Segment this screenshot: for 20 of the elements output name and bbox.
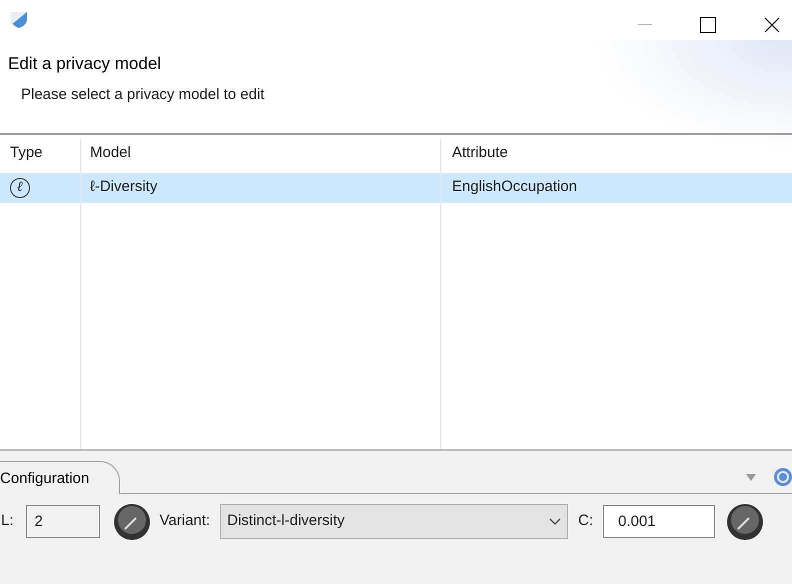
chevron-down-icon (549, 518, 562, 525)
l-field[interactable]: 2 (26, 505, 100, 538)
table-row[interactable]: ℓ ℓ-Diversity EnglishOccupation (0, 172, 792, 202)
shield-logo-icon (10, 11, 28, 29)
c-label: C: (578, 511, 594, 532)
configuration-tab[interactable]: Configuration (0, 460, 120, 494)
type-symbol: ℓ (10, 178, 30, 198)
table-cell: ℓ-Diversity (90, 178, 158, 196)
variant-dropdown[interactable]: Distinct-l-diversity (220, 504, 568, 539)
column-header[interactable]: Attribute (452, 144, 508, 162)
column-header[interactable]: Type (10, 144, 43, 162)
dialog-heading: Edit a privacy model (8, 53, 162, 75)
c-field[interactable]: 0.001 (603, 505, 716, 538)
maximize-icon[interactable] (700, 17, 716, 33)
l-label: L: (1, 511, 14, 532)
dialog-subtitle: Please select a privacy model to edit (21, 85, 266, 105)
variant-label: Variant: (160, 511, 210, 532)
column-header[interactable]: Model (90, 144, 131, 162)
table-cell: EnglishOccupation (452, 178, 578, 196)
close-icon[interactable] (764, 17, 780, 33)
